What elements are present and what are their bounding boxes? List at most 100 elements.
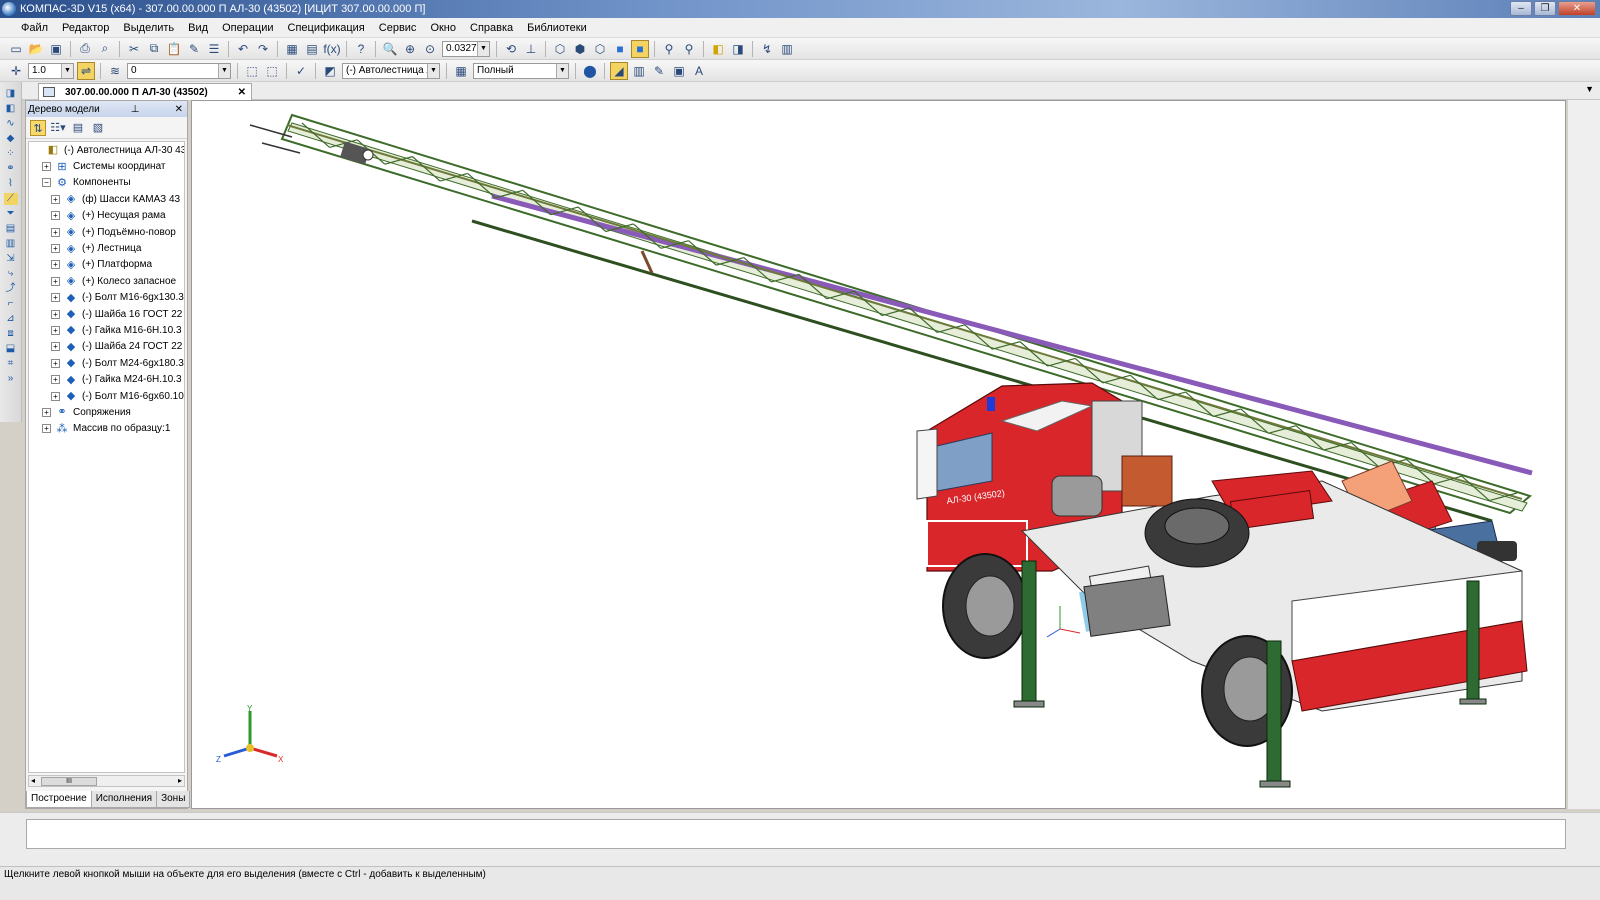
tree-horizontal-scrollbar[interactable]: ◂ III ▸ bbox=[28, 775, 185, 787]
mates-panel-icon[interactable]: ⚭ bbox=[4, 163, 18, 175]
cut-icon[interactable]: ✂ bbox=[125, 40, 143, 58]
auxiliary-geometry-icon[interactable]: ◆ bbox=[4, 133, 18, 145]
current-component-icon[interactable]: ◩ bbox=[321, 62, 339, 80]
wireframe-icon[interactable]: ⬡ bbox=[551, 40, 569, 58]
format-painter-icon[interactable]: ✎ bbox=[185, 40, 203, 58]
close-panel-icon[interactable]: ✕ bbox=[175, 104, 183, 115]
dimensions-icon[interactable]: ⟋ bbox=[3, 192, 18, 205]
diagnostics-icon[interactable]: ▣ bbox=[670, 62, 688, 80]
tree-item[interactable]: + ◆ (-) Болт М24-6gx180.3 bbox=[29, 355, 184, 371]
dynamic-highlight-icon[interactable]: ◢ bbox=[610, 61, 628, 80]
library-manager-icon[interactable]: ▤ bbox=[303, 40, 321, 58]
tree-item[interactable]: − ⚙ Компоненты bbox=[29, 175, 184, 191]
display-mode-combo[interactable]: Полный ▼ bbox=[473, 62, 569, 79]
tree-expander-icon[interactable]: + bbox=[51, 309, 60, 319]
tab-versions[interactable]: Исполнения bbox=[90, 791, 158, 808]
tree-expander-icon[interactable]: + bbox=[42, 407, 51, 417]
pipeline-icon[interactable]: ⌐ bbox=[4, 298, 18, 310]
spec-icon[interactable]: ▤ bbox=[4, 223, 18, 235]
edit-in-window-icon[interactable]: ⬚ bbox=[263, 62, 281, 80]
menu-edit[interactable]: Редактор bbox=[62, 22, 109, 34]
tree-item[interactable]: + ◈ (+) Лестница bbox=[29, 240, 184, 256]
front-wheel[interactable] bbox=[942, 553, 1028, 659]
color-icon[interactable]: ⬤ bbox=[581, 62, 599, 80]
tree-expander-icon[interactable]: + bbox=[51, 358, 60, 368]
save-icon[interactable]: ▣ bbox=[47, 40, 65, 58]
tree-list-icon[interactable]: ▤ bbox=[70, 120, 86, 136]
cursor-step-combo[interactable]: 1.0 ▼ bbox=[28, 62, 74, 79]
expand-panel-icon[interactable]: » bbox=[4, 373, 18, 385]
welding-icon[interactable]: ⊿ bbox=[4, 313, 18, 325]
close-tab-icon[interactable]: ✕ bbox=[238, 87, 246, 98]
filters-icon[interactable]: ⏷ bbox=[4, 208, 18, 220]
spatial-curves-icon[interactable]: ⤴ bbox=[4, 283, 18, 295]
tree-item[interactable]: + ◈ (ф) Шасси КАМАЗ 43 bbox=[29, 191, 184, 207]
tree-expander-icon[interactable]: + bbox=[51, 194, 60, 204]
halftone-icon[interactable]: ■ bbox=[611, 40, 629, 58]
print-icon[interactable]: ⎙ bbox=[76, 40, 94, 58]
edit-in-place-icon[interactable]: ⬚ bbox=[243, 62, 261, 80]
zoom-scale-combo[interactable]: 0.0327 ▼ bbox=[442, 40, 490, 57]
tree-expander-icon[interactable]: + bbox=[42, 424, 51, 434]
layer-combo[interactable]: 0 ▼ bbox=[127, 62, 231, 79]
zoom-window-icon[interactable]: 🔍 bbox=[381, 40, 399, 58]
variables-icon[interactable]: f(x) bbox=[323, 40, 341, 58]
snap-icon[interactable]: ⇌ bbox=[77, 61, 95, 80]
edit-details-icon[interactable]: ◨ bbox=[4, 88, 18, 100]
maximize-button[interactable]: ❐ bbox=[1534, 1, 1556, 16]
scroll-left-icon[interactable]: ◂ bbox=[31, 776, 35, 785]
tab-list-dropdown-icon[interactable]: ▼ bbox=[1585, 84, 1594, 94]
zoom-all-icon[interactable]: ⊕ bbox=[401, 40, 419, 58]
tab-build[interactable]: Построение bbox=[26, 791, 92, 808]
surfaces-icon[interactable]: ⌇ bbox=[4, 178, 18, 190]
rotate-icon[interactable]: ⟲ bbox=[502, 40, 520, 58]
orientation-icon[interactable]: ⊥ bbox=[522, 40, 540, 58]
tree-expander-icon[interactable]: + bbox=[51, 391, 60, 401]
filter-icon[interactable]: ⚲ bbox=[660, 40, 678, 58]
parameters-icon[interactable]: ✓ bbox=[292, 62, 310, 80]
manager-icon[interactable]: ▦ bbox=[283, 40, 301, 58]
section-icon[interactable]: ▥ bbox=[630, 62, 648, 80]
pattern-icon[interactable]: ⁘ bbox=[4, 148, 18, 160]
halftone-edges-icon[interactable]: ■ bbox=[631, 39, 649, 58]
command-input-area[interactable] bbox=[26, 819, 1566, 849]
tolerance-icon[interactable]: ⬓ bbox=[4, 343, 18, 355]
tree-expander-icon[interactable]: + bbox=[51, 244, 60, 254]
tree-item[interactable]: + ◆ (-) Гайка М24-6Н.10.3 bbox=[29, 371, 184, 387]
tree-expander-icon[interactable]: + bbox=[51, 276, 60, 286]
help-pointer-icon[interactable]: ? bbox=[352, 40, 370, 58]
print-preview-icon[interactable]: ⌕ bbox=[96, 40, 114, 58]
menu-view[interactable]: Вид bbox=[188, 22, 208, 34]
close-button[interactable]: ✕ bbox=[1558, 1, 1596, 16]
tree-filter-icon[interactable]: ▧ bbox=[90, 120, 106, 136]
tree-expander-icon[interactable]: + bbox=[51, 342, 60, 352]
tree-item[interactable]: + ◆ (-) Гайка М16-6Н.10.3 bbox=[29, 322, 184, 338]
sketch-icon[interactable]: ✎ bbox=[650, 62, 668, 80]
report-icon[interactable]: ▥ bbox=[778, 40, 796, 58]
measure-panel-icon[interactable]: ⇲ bbox=[4, 253, 18, 265]
redo-icon[interactable]: ↷ bbox=[254, 40, 272, 58]
cable-icon[interactable]: ⧈ bbox=[4, 328, 18, 340]
display-mode-icon[interactable]: ▦ bbox=[452, 62, 470, 80]
component-icon[interactable]: ◧ bbox=[709, 40, 727, 58]
tree-expander-icon[interactable]: + bbox=[51, 260, 60, 270]
menu-operations[interactable]: Операции bbox=[222, 22, 273, 34]
scroll-right-icon[interactable]: ▸ bbox=[178, 776, 182, 785]
tree-expander-icon[interactable]: + bbox=[42, 162, 51, 172]
open-folder-icon[interactable]: 📂 bbox=[27, 40, 45, 58]
fire-ladder-3d-model[interactable]: АЛ-30 (43502) Y X Z bbox=[192, 101, 1566, 809]
tree-item[interactable]: ◧ (-) Автолестница АЛ-30 43502 bbox=[29, 142, 184, 158]
thin-hidden-icon[interactable]: ⬡ bbox=[591, 40, 609, 58]
scroll-thumb[interactable]: III bbox=[41, 777, 97, 786]
zoom-in-icon[interactable]: ⊙ bbox=[421, 40, 439, 58]
tab-zones[interactable]: Зоны bbox=[156, 791, 191, 808]
tree-item[interactable]: + ◆ (-) Болт М16-6gx130.3 bbox=[29, 290, 184, 306]
tree-item[interactable]: + ◈ (+) Колесо запасное bbox=[29, 273, 184, 289]
paste-icon[interactable]: 📋 bbox=[165, 40, 183, 58]
tree-expander-icon[interactable]: + bbox=[51, 211, 60, 221]
tree-item[interactable]: + ◆ (-) Шайба 24 ГОСТ 22 bbox=[29, 339, 184, 355]
menu-libraries[interactable]: Библиотеки bbox=[527, 22, 587, 34]
tree-expander-icon[interactable]: − bbox=[42, 178, 51, 188]
tree-item[interactable]: + ⁂ Массив по образцу:1 bbox=[29, 421, 184, 437]
component-combo[interactable]: (-) Автолестница А/▼ bbox=[342, 62, 440, 79]
